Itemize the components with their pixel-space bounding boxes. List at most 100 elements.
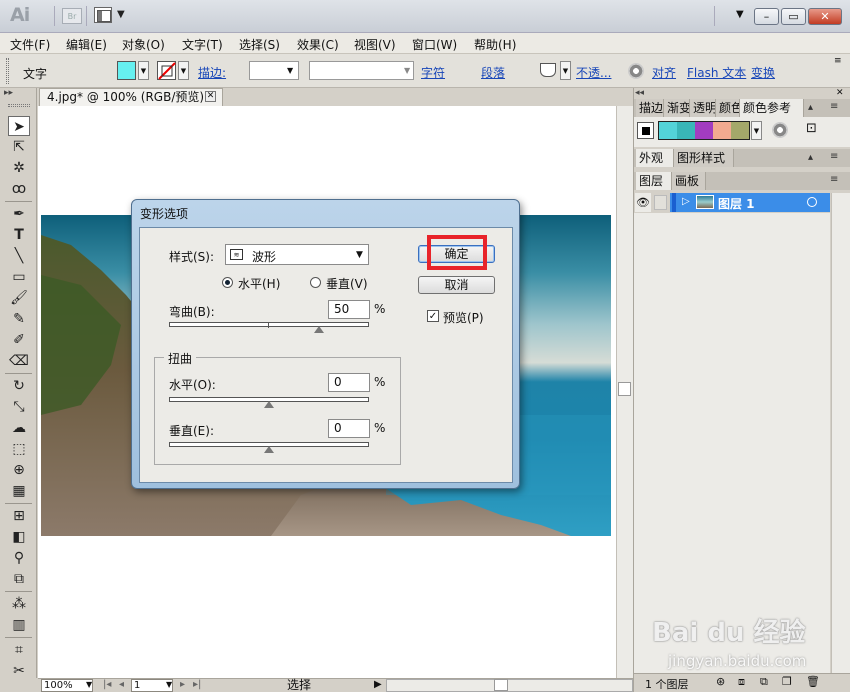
layers-scrollbar[interactable] [831,193,850,673]
line-tool-icon[interactable]: ╲ [8,246,30,266]
delete-layer-icon[interactable]: 🗑 [806,675,820,688]
cancel-button[interactable]: 取消 [418,276,495,294]
save-swatch-group-icon[interactable]: ⊡ [806,121,817,136]
preview-label[interactable]: 预览(P) [443,309,484,326]
collapse-icon[interactable]: ▴ [808,102,813,113]
vertical-radio-label[interactable]: 垂直(V) [326,275,368,292]
first-page-icon[interactable]: |◂ [103,679,111,690]
rectangle-tool-icon[interactable]: ▭ [8,267,30,287]
distortion-vertical-input[interactable]: 0 [328,419,370,438]
tab-appearance[interactable]: 外观 [636,149,674,167]
last-page-icon[interactable]: ▸| [193,679,201,690]
type-tool-icon[interactable]: T [8,225,30,245]
harmony-dropdown[interactable]: ▼ [751,121,762,140]
menu-help[interactable]: 帮助(H) [474,36,516,53]
panel-menu-icon[interactable]: ≡ [834,56,842,66]
workspace-menu-chevron-icon[interactable]: ▼ [736,9,744,20]
tab-transparency[interactable]: 透明 [690,99,716,117]
bend-slider-thumb[interactable] [314,326,324,333]
collapse-icon[interactable]: ▴ [808,152,813,163]
close-panel-icon[interactable]: ✕ [836,88,844,98]
menu-view[interactable]: 视图(V) [354,36,396,53]
menu-type[interactable]: 文字(T) [182,36,223,53]
paragraph-link[interactable]: 段落 [481,64,505,81]
previous-page-icon[interactable]: ◂ [119,679,124,690]
stroke-dropdown[interactable]: ▼ [178,61,189,80]
minimize-button[interactable]: – [754,8,779,25]
fill-dropdown[interactable]: ▼ [138,61,149,80]
bridge-button[interactable]: Br [62,8,82,24]
panel-menu-icon[interactable]: ≡ [830,101,838,112]
free-transform-tool-icon[interactable]: ⬚ [8,439,30,459]
tab-gradient[interactable]: 渐变 [664,99,690,117]
chevron-down-icon[interactable]: ▼ [356,250,363,260]
menu-edit[interactable]: 编辑(E) [66,36,107,53]
transform-link[interactable]: 变换 [751,64,775,81]
shape-builder-tool-icon[interactable]: ⊕ [8,460,30,480]
menu-object[interactable]: 对象(O) [122,36,165,53]
distortion-horizontal-thumb[interactable] [264,401,274,408]
gradient-tool-icon[interactable]: ◧ [8,527,30,547]
scrollbar-thumb[interactable] [494,679,508,691]
rotate-tool-icon[interactable]: ↻ [8,376,30,396]
stroke-swatch[interactable] [157,61,176,80]
vertical-radio[interactable] [310,277,321,288]
warp-tool-icon[interactable]: ☁ [8,418,30,438]
tab-artboards[interactable]: 画板 [672,172,706,190]
horizontal-radio[interactable] [222,277,233,288]
layer-name[interactable]: 图层 1 [718,195,755,212]
new-layer-icon[interactable]: ❐ [782,675,792,688]
status-menu-icon[interactable]: ▶ [374,679,382,690]
tab-color[interactable]: 颜色 [716,99,740,117]
distortion-vertical-thumb[interactable] [264,446,274,453]
document-tab[interactable]: 4.jpg* @ 100% (RGB/预览) [39,88,223,106]
selection-tool-icon[interactable]: ➤ [8,116,30,136]
menu-effect[interactable]: 效果(C) [297,36,339,53]
menu-select[interactable]: 选择(S) [239,36,280,53]
font-family-field[interactable] [309,61,414,80]
blob-brush-tool-icon[interactable]: ✐ [8,330,30,350]
tab-layers[interactable]: 图层 [636,172,672,190]
visibility-eye-icon[interactable]: 👁 [635,193,651,212]
target-circle-icon[interactable] [807,197,817,207]
new-sublayer-icon[interactable]: ⧉ [760,675,768,689]
panel-menu-icon[interactable]: ≡ [830,174,838,185]
pen-tool-icon[interactable]: ✒ [8,204,30,224]
menu-file[interactable]: 文件(F) [10,36,50,53]
tab-stroke[interactable]: 描边 [636,99,664,117]
tab-graphic-styles[interactable]: 图形样式 [674,149,734,167]
style-select[interactable] [225,244,369,265]
eyedropper-tool-icon[interactable]: ⚲ [8,548,30,568]
menu-window[interactable]: 窗口(W) [412,36,457,53]
opacity-link[interactable]: 不透... [576,64,611,81]
scale-tool-icon[interactable]: ⤡ [8,397,30,417]
magic-wand-tool-icon[interactable]: ✲ [8,158,30,178]
chevron-down-icon[interactable]: ▼ [117,9,125,20]
opacity-dropdown[interactable]: ▼ [560,61,571,80]
slice-tool-icon[interactable]: ✂ [8,661,30,681]
chevron-down-icon[interactable]: ▼ [86,680,92,689]
align-link[interactable]: 对齐 [652,64,676,81]
grip-handle[interactable] [6,58,9,84]
clipping-mask-icon[interactable]: ⧈ [738,675,745,689]
chevron-down-icon[interactable]: ▼ [404,66,410,75]
chevron-down-icon[interactable]: ▼ [287,66,293,75]
edit-colors-icon[interactable] [772,122,788,138]
lasso-tool-icon[interactable]: ꝏ [8,179,30,199]
panel-menu-icon[interactable]: ≡ [830,151,838,162]
blend-tool-icon[interactable]: ⧉ [8,569,30,589]
harmony-strip[interactable] [658,121,750,140]
column-graph-tool-icon[interactable]: ▥ [8,615,30,635]
chevron-down-icon[interactable]: ▼ [166,680,172,689]
lock-toggle[interactable] [654,195,667,210]
collapse-icon[interactable]: ▸▸ [4,88,13,98]
paintbrush-tool-icon[interactable]: 🖌 [8,288,30,308]
fill-swatch[interactable] [117,61,136,80]
base-color-swatch[interactable] [637,122,654,139]
eraser-tool-icon[interactable]: ⌫ [8,351,30,371]
collapse-icon[interactable]: ◂◂ [635,88,644,98]
locate-object-icon[interactable]: ⊛ [716,675,725,688]
preview-checkbox[interactable]: ✓ [427,310,439,322]
symbol-sprayer-tool-icon[interactable]: ⁂ [8,594,30,614]
grip-handle[interactable] [8,104,30,107]
